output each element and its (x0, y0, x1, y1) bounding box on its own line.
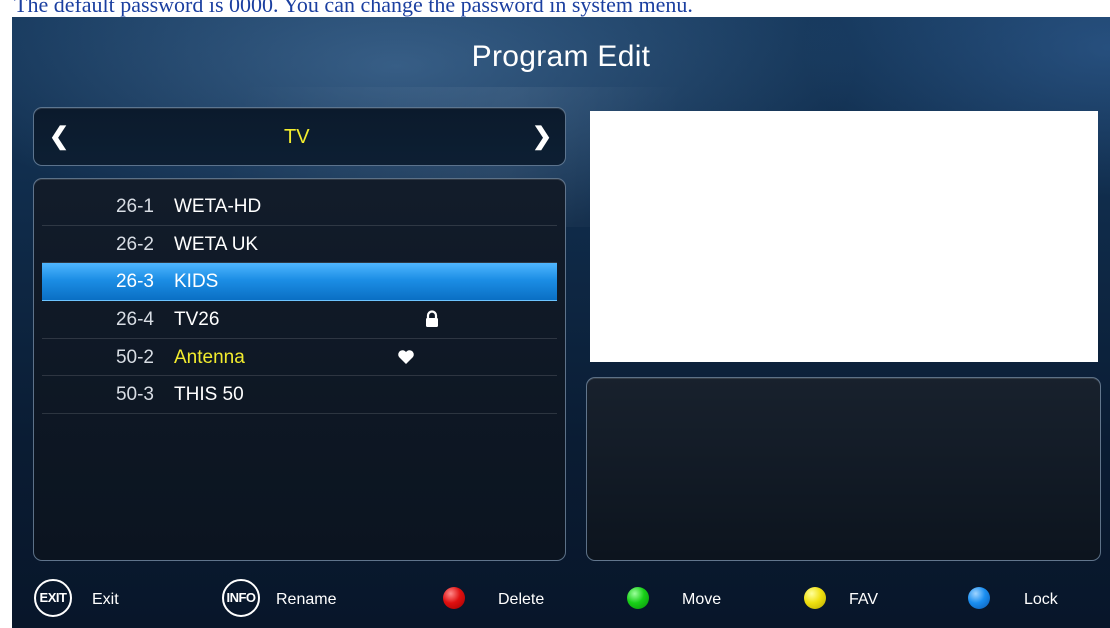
move-hint[interactable]: Move (627, 579, 747, 619)
red-button-icon (443, 587, 465, 609)
info-button-icon: INFO (222, 579, 260, 617)
fav-label: FAV (849, 591, 879, 608)
blue-button-icon (968, 587, 990, 609)
green-button-icon (627, 587, 649, 609)
channel-name: KIDS (174, 271, 219, 293)
exit-label: Exit (92, 591, 119, 608)
exit-hint[interactable]: EXIT Exit (34, 579, 154, 619)
rename-label: Rename (276, 591, 337, 608)
fav-hint[interactable]: FAV (804, 579, 914, 619)
delete-hint[interactable]: Delete (443, 579, 563, 619)
lock-label: Lock (1024, 591, 1058, 608)
channel-row[interactable]: 50-3 THIS 50 (42, 376, 557, 415)
channel-list: 26-1 WETA-HD 26-2 WETA UK 26-3 KIDS 26-4… (33, 178, 566, 561)
channel-row-selected[interactable]: 26-3 KIDS (42, 263, 557, 302)
delete-label: Delete (498, 591, 545, 608)
exit-button-icon: EXIT (34, 579, 72, 617)
channel-row[interactable]: 50-2 Antenna (42, 339, 557, 377)
page-title: Program Edit (471, 40, 651, 73)
channel-row[interactable]: 26-4 TV26 (42, 301, 557, 339)
channel-number: 26-4 (115, 309, 154, 331)
channel-number: 26-2 (115, 233, 154, 255)
channel-name: WETA-HD (174, 196, 262, 217)
video-preview (590, 111, 1098, 362)
program-edit-screen: Program Edit ❮ TV ❯ 26-1 WETA-HD 26-2 WE… (12, 17, 1110, 628)
hint-bar: EXIT Exit INFO Rename Delete Move FAV Lo… (12, 579, 1110, 619)
channel-number: 50-2 (115, 346, 154, 368)
channel-row[interactable]: 26-1 WETA-HD (42, 188, 557, 226)
channel-name: THIS 50 (174, 384, 244, 406)
channel-name: WETA UK (174, 233, 259, 255)
chevron-right-icon[interactable]: ❯ (531, 124, 553, 150)
channel-number: 26-3 (115, 271, 154, 293)
lock-hint[interactable]: Lock (968, 579, 1078, 619)
channel-number: 26-1 (115, 196, 154, 217)
heart-icon (398, 349, 414, 364)
password-note: The default password is 0000. You can ch… (14, 0, 693, 17)
move-label: Move (682, 591, 722, 608)
channel-name: TV26 (174, 309, 220, 331)
group-label: TV (284, 126, 310, 148)
channel-number: 50-3 (115, 384, 154, 406)
channel-name: Antenna (174, 346, 245, 368)
rename-hint[interactable]: INFO Rename (222, 579, 372, 619)
lock-icon (426, 310, 438, 328)
yellow-button-icon (804, 587, 826, 609)
channel-info-panel (586, 377, 1101, 561)
chevron-left-icon[interactable]: ❮ (48, 124, 70, 150)
channel-row[interactable]: 26-2 WETA UK (42, 226, 557, 264)
group-selector[interactable]: ❮ TV ❯ (33, 107, 566, 166)
